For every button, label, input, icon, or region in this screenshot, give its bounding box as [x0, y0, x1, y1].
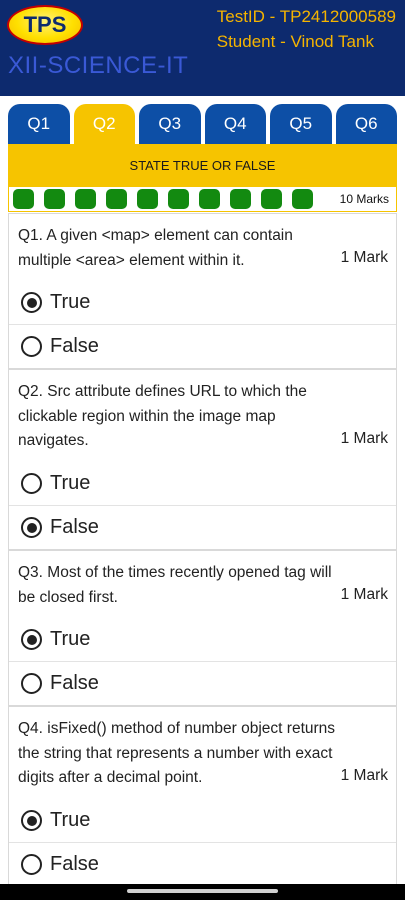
option-false[interactable]: False	[21, 853, 99, 876]
tab-q3[interactable]: Q3	[139, 104, 201, 144]
radio-selected-icon[interactable]	[21, 292, 42, 313]
option-label: True	[50, 809, 91, 831]
option-label: False	[50, 516, 99, 538]
progress-dot	[13, 189, 34, 209]
logo-text: TPS	[23, 12, 67, 37]
radio-unselected-icon[interactable]	[21, 854, 42, 875]
option-false[interactable]: False	[21, 516, 99, 539]
progress-dots	[9, 189, 313, 209]
radio-selected-icon[interactable]	[21, 629, 42, 650]
radio-selected-icon[interactable]	[21, 517, 42, 538]
option-true[interactable]: True	[21, 291, 90, 314]
question-card-3: Q3. Most of the times recently opened ta…	[8, 550, 397, 706]
question-mark: 1 Mark	[340, 249, 388, 266]
option-true[interactable]: True	[21, 472, 90, 495]
tab-q1[interactable]: Q1	[8, 104, 70, 144]
question-card-1: Q1. A given <map> element can contain mu…	[8, 213, 397, 369]
tps-logo: TPS	[7, 5, 83, 45]
option-true[interactable]: True	[21, 628, 90, 651]
tab-q6[interactable]: Q6	[335, 104, 397, 144]
option-label: True	[50, 472, 91, 494]
test-meta: TestID - TP2412000589 Student - Vinod Ta…	[217, 4, 396, 54]
option-false[interactable]: False	[21, 335, 99, 358]
radio-unselected-icon[interactable]	[21, 336, 42, 357]
tab-q2[interactable]: Q2	[73, 104, 135, 144]
radio-selected-icon[interactable]	[21, 810, 42, 831]
progress-dot	[292, 189, 313, 209]
option-true[interactable]: True	[21, 809, 90, 832]
option-false[interactable]: False	[21, 672, 99, 695]
progress-dot	[106, 189, 127, 209]
progress-dot	[75, 189, 96, 209]
option-label: False	[50, 335, 99, 357]
question-text: Q2. Src attribute defines URL to which t…	[18, 383, 307, 449]
progress-dot	[230, 189, 251, 209]
total-marks: 10 Marks	[339, 192, 389, 206]
tab-q5[interactable]: Q5	[270, 104, 332, 144]
question-mark: 1 Mark	[340, 767, 388, 784]
option-divider	[9, 842, 396, 843]
question-card-4: Q4. isFixed() method of number object re…	[8, 706, 397, 887]
option-divider	[9, 505, 396, 506]
option-divider	[9, 661, 396, 662]
question-text: Q3. Most of the times recently opened ta…	[18, 564, 332, 606]
class-title: XII-SCIENCE-IT	[8, 52, 189, 79]
progress-dot	[44, 189, 65, 209]
progress-dot	[199, 189, 220, 209]
tab-q4[interactable]: Q4	[204, 104, 266, 144]
question-text: Q1. A given <map> element can contain mu…	[18, 227, 293, 269]
option-label: False	[50, 853, 99, 875]
question-mark: 1 Mark	[340, 430, 388, 447]
option-label: True	[50, 628, 91, 650]
question-card-2: Q2. Src attribute defines URL to which t…	[8, 369, 397, 550]
option-label: False	[50, 672, 99, 694]
question-tabs: Q1 Q2 Q3 Q4 Q5 Q6	[8, 104, 397, 144]
app-header: TPS XII-SCIENCE-IT TestID - TP2412000589…	[0, 0, 405, 96]
test-id: TestID - TP2412000589	[216, 7, 396, 26]
progress-dot	[168, 189, 189, 209]
radio-unselected-icon[interactable]	[21, 473, 42, 494]
section-title: STATE TRUE OR FALSE	[8, 144, 397, 186]
question-mark: 1 Mark	[340, 586, 388, 603]
option-label: True	[50, 291, 91, 313]
student-name: Student - Vinod Tank	[216, 32, 374, 51]
question-text: Q4. isFixed() method of number object re…	[18, 720, 336, 786]
home-indicator[interactable]	[127, 889, 278, 893]
progress-dot	[137, 189, 158, 209]
radio-unselected-icon[interactable]	[21, 673, 42, 694]
option-divider	[9, 324, 396, 325]
progress-dot	[261, 189, 282, 209]
answer-progress: 10 Marks	[8, 186, 397, 212]
